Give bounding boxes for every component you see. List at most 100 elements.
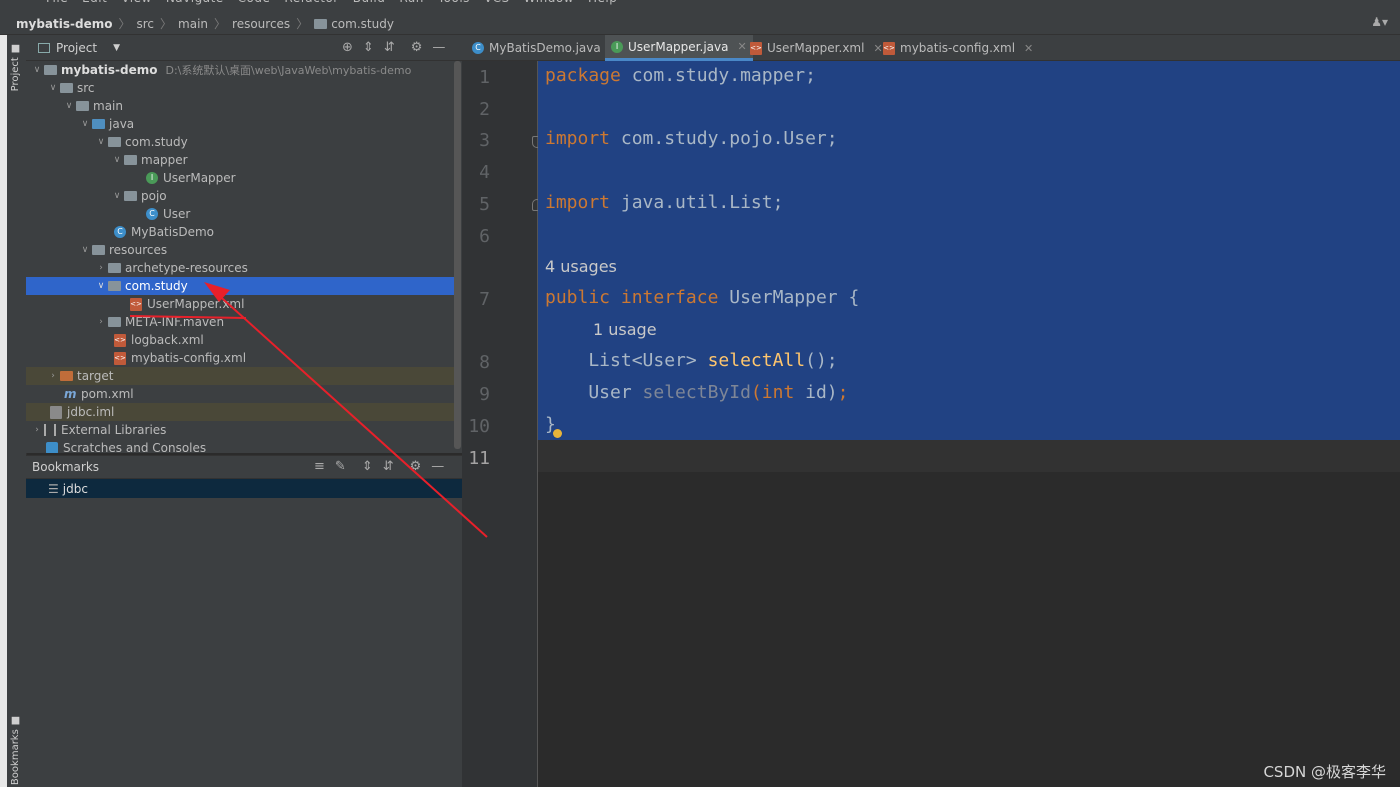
code-line-3: import com.study.pojo.User;: [545, 128, 838, 149]
tree-item-mybatisdemo[interactable]: C MyBatisDemo: [26, 223, 454, 241]
tree-item-archetype-resources[interactable]: › archetype-resources: [26, 259, 454, 277]
current-line-highlight: [538, 440, 1400, 472]
gear-icon[interactable]: ⚙: [411, 40, 423, 55]
chevron-down-icon[interactable]: ∨: [110, 155, 124, 165]
tree-item-root[interactable]: ∨ mybatis-demo D:\系统默认\桌面\web\JavaWeb\my…: [26, 61, 454, 79]
user-icon[interactable]: ♟▾: [1371, 15, 1388, 29]
maven-icon: m: [64, 387, 77, 401]
menu-item[interactable]: File: [46, 0, 68, 5]
project-view-selector[interactable]: Project ▼: [38, 41, 120, 55]
tree-item-jdbc-iml[interactable]: jdbc.iml: [26, 403, 454, 421]
tree-item-user[interactable]: C User: [26, 205, 454, 223]
edit-icon[interactable]: ✎: [335, 459, 346, 474]
chevron-right-icon[interactable]: ›: [94, 317, 108, 327]
tree-item-external-libraries[interactable]: › External Libraries: [26, 421, 454, 439]
project-tool-button[interactable]: Project ■: [10, 43, 21, 91]
collapse-all-icon[interactable]: ⇵: [383, 459, 394, 474]
menu-item[interactable]: Navigate: [166, 0, 224, 5]
library-icon: [44, 424, 56, 436]
package-icon: [124, 191, 137, 201]
chevron-down-icon[interactable]: ∨: [110, 191, 124, 201]
menu-item[interactable]: Run: [399, 0, 424, 5]
project-icon: [38, 43, 50, 53]
menu-item[interactable]: Tools: [438, 0, 470, 5]
navigation-bar: mybatis-demo 〉 src 〉 main 〉 resources 〉 …: [0, 10, 1400, 35]
excluded-folder-icon: [60, 371, 73, 381]
breadcrumb-project[interactable]: mybatis-demo: [16, 17, 112, 31]
bookmarks-title: Bookmarks: [32, 460, 100, 474]
line-number: 10: [468, 416, 490, 437]
breadcrumb-src[interactable]: src: [136, 17, 154, 31]
class-icon: C: [114, 226, 126, 238]
gear-icon[interactable]: ⚙: [410, 459, 422, 474]
project-tree: ∨ mybatis-demo D:\系统默认\桌面\web\JavaWeb\my…: [26, 61, 462, 453]
chevron-down-icon[interactable]: ∨: [78, 245, 92, 255]
line-number: 5: [479, 194, 490, 215]
expand-all-icon[interactable]: ⇕: [362, 459, 373, 474]
usages-hint[interactable]: 4 usages: [545, 257, 617, 276]
tree-item-meta-inf[interactable]: › META-INF.maven: [26, 313, 454, 331]
lightbulb-icon[interactable]: [553, 429, 562, 438]
breadcrumb-resources[interactable]: resources: [232, 17, 290, 31]
add-bookmark-icon[interactable]: ≡: [314, 459, 325, 474]
bookmark-item-jdbc[interactable]: ☰ jdbc: [26, 479, 462, 498]
hide-icon[interactable]: —: [431, 459, 444, 474]
class-icon: C: [472, 42, 484, 54]
chevron-down-icon[interactable]: ∨: [94, 281, 108, 291]
breadcrumb-main[interactable]: main: [178, 17, 208, 31]
tree-item-resources-com-study[interactable]: ∨ com.study: [26, 277, 454, 295]
hide-icon[interactable]: —: [432, 40, 445, 55]
code-editor[interactable]: package com.study.mapper; import com.stu…: [538, 61, 1400, 787]
project-scrollbar[interactable]: [454, 61, 461, 449]
tab-usermapper-java[interactable]: I UserMapper.java ✕: [605, 35, 753, 61]
menu-item[interactable]: Code: [238, 0, 271, 5]
tab-mybatis-config-xml[interactable]: <> mybatis-config.xml ✕: [877, 35, 1039, 61]
menu-item[interactable]: Window: [524, 0, 574, 5]
interface-icon: I: [611, 40, 623, 53]
tree-item-usermapper-xml[interactable]: <> UserMapper.xml: [26, 295, 454, 313]
chevron-right-icon[interactable]: ›: [46, 371, 60, 381]
menu-item[interactable]: Help: [588, 0, 617, 5]
tree-item-java[interactable]: ∨ java: [26, 115, 454, 133]
menu-items[interactable]: File Edit View Navigate Code Refactor Build Run…: [46, 0, 631, 5]
code-line-8: List<User> selectAll();: [545, 350, 838, 371]
tab-mybatisdemo-java[interactable]: C MyBatisDemo.java ✕: [466, 35, 625, 61]
editor-gutter[interactable]: 1 2 3 4 5 6 7 8 9 10 11: [462, 61, 542, 787]
menu-item[interactable]: View: [121, 0, 151, 5]
tree-item-com-study[interactable]: ∨ com.study: [26, 133, 454, 151]
chevron-down-icon[interactable]: ∨: [46, 83, 60, 93]
menu-item[interactable]: VCS: [484, 0, 510, 5]
tree-item-pom[interactable]: m pom.xml: [26, 385, 454, 403]
xml-file-icon: <>: [114, 351, 126, 365]
tree-item-target[interactable]: › target: [26, 367, 454, 385]
tree-item-pojo[interactable]: ∨ pojo: [26, 187, 454, 205]
tree-item-main[interactable]: ∨ main: [26, 97, 454, 115]
package-icon: [124, 155, 137, 165]
tab-usermapper-xml[interactable]: <> UserMapper.xml ✕: [744, 35, 889, 61]
chevron-down-icon[interactable]: ∨: [30, 65, 44, 75]
tree-item-usermapper[interactable]: I UserMapper: [26, 169, 454, 187]
menu-item[interactable]: Refactor: [284, 0, 338, 5]
project-panel-title: Project: [56, 41, 98, 55]
chevron-down-icon[interactable]: ∨: [94, 137, 108, 147]
chevron-down-icon[interactable]: ∨: [78, 119, 92, 129]
expand-all-icon[interactable]: ⇕: [363, 40, 374, 55]
tree-item-logback[interactable]: <> logback.xml: [26, 331, 454, 349]
collapse-all-icon[interactable]: ⇵: [384, 40, 395, 55]
close-icon[interactable]: ✕: [1024, 42, 1033, 55]
bookmarks-tool-button[interactable]: Bookmarks ■: [10, 715, 21, 785]
chevron-down-icon[interactable]: ∨: [62, 101, 76, 111]
chevron-right-icon[interactable]: ›: [30, 425, 44, 435]
tree-item-src[interactable]: ∨ src: [26, 79, 454, 97]
chevron-right-icon[interactable]: ›: [94, 263, 108, 273]
tree-item-mybatis-config[interactable]: <> mybatis-config.xml: [26, 349, 454, 367]
menu-item[interactable]: Build: [353, 0, 386, 5]
tree-item-resources[interactable]: ∨ resources: [26, 241, 454, 259]
chevron-down-icon: ▼: [113, 43, 120, 53]
locate-icon[interactable]: ⊕: [342, 40, 353, 55]
usages-hint[interactable]: 1 usage: [593, 320, 657, 339]
breadcrumb-com-study[interactable]: com.study: [331, 17, 394, 31]
menu-item[interactable]: Edit: [82, 0, 107, 5]
tree-item-mapper[interactable]: ∨ mapper: [26, 151, 454, 169]
tree-item-scratches[interactable]: Scratches and Consoles: [26, 439, 454, 453]
